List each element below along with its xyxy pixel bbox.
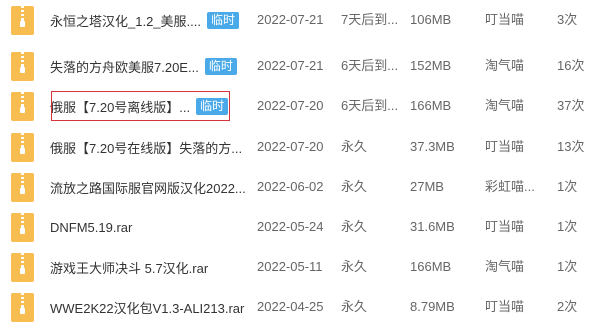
upload-date: 2022-07-21 <box>257 12 324 27</box>
file-name-cell: 俄服【7.20号离线版】... 临时 <box>50 86 229 126</box>
zip-file-icon <box>11 293 34 322</box>
file-name[interactable]: 永恒之塔汉化_1.2_美服.... <box>50 11 201 30</box>
download-count: 2次 <box>557 299 578 314</box>
upload-date: 2022-05-24 <box>257 219 324 234</box>
file-row[interactable]: 永恒之塔汉化_1.2_美服.... 临时 2022-07-21 7天后到... … <box>0 0 607 40</box>
temporary-badge: 临时 <box>204 57 237 75</box>
download-count: 1次 <box>557 259 578 274</box>
file-size: 106MB <box>410 12 452 27</box>
uploader: 淘气喵 <box>485 58 525 73</box>
expiry: 永久 <box>341 219 368 234</box>
file-name-cell: 俄服【7.20号在线版】失落的方... <box>50 127 242 167</box>
file-row[interactable]: WWE2K22汉化包V1.3-ALI213.rar 2022-04-25 永久 … <box>0 287 607 327</box>
expiry: 永久 <box>341 259 368 274</box>
uploader: 彩虹喵... <box>485 179 535 194</box>
expiry: 永久 <box>341 139 368 154</box>
expiry: 永久 <box>341 179 368 194</box>
download-count: 1次 <box>557 219 578 234</box>
file-name[interactable]: DNFM5.19.rar <box>50 220 132 235</box>
expiry: 6天后到... <box>341 98 399 113</box>
download-count: 13次 <box>557 139 585 154</box>
file-size: 166MB <box>410 259 452 274</box>
file-name-cell: 永恒之塔汉化_1.2_美服.... 临时 <box>50 0 239 40</box>
file-name[interactable]: 游戏王大师决斗 5.7汉化.rar <box>50 258 208 277</box>
file-row[interactable]: 俄服【7.20号离线版】... 临时 2022-07-20 6天后到... 16… <box>0 86 607 126</box>
file-name[interactable]: 俄服【7.20号离线版】... <box>50 97 190 116</box>
expiry: 6天后到... <box>341 58 399 73</box>
zip-file-icon <box>11 253 34 282</box>
uploader: 淘气喵 <box>485 98 525 113</box>
upload-date: 2022-06-02 <box>257 179 324 194</box>
file-name-cell: DNFM5.19.rar <box>50 207 132 247</box>
download-count: 3次 <box>557 12 578 27</box>
temporary-badge: 临时 <box>206 11 239 29</box>
file-list: 永恒之塔汉化_1.2_美服.... 临时 2022-07-21 7天后到... … <box>0 0 607 322</box>
upload-date: 2022-05-11 <box>257 259 323 274</box>
zip-file-icon <box>11 173 34 202</box>
file-size: 31.6MB <box>410 219 455 234</box>
zip-file-icon <box>11 6 34 35</box>
upload-date: 2022-04-25 <box>257 299 324 314</box>
expiry: 永久 <box>341 299 368 314</box>
file-name[interactable]: 俄服【7.20号在线版】失落的方... <box>50 138 242 157</box>
uploader: 叮当喵 <box>485 139 525 154</box>
file-size: 166MB <box>410 98 452 113</box>
upload-date: 2022-07-21 <box>257 58 324 73</box>
file-size: 8.79MB <box>410 299 455 314</box>
file-size: 27MB <box>410 179 444 194</box>
file-row[interactable]: 游戏王大师决斗 5.7汉化.rar 2022-05-11 永久 166MB 淘气… <box>0 247 607 287</box>
file-name-cell: 流放之路国际服官网版汉化2022... <box>50 167 246 207</box>
file-row[interactable]: DNFM5.19.rar 2022-05-24 永久 31.6MB 叮当喵 1次 <box>0 207 607 247</box>
file-row[interactable]: 失落的方舟欧美服7.20E... 临时 2022-07-21 6天后到... 1… <box>0 46 607 86</box>
file-name[interactable]: 流放之路国际服官网版汉化2022... <box>50 178 246 197</box>
uploader: 淘气喵 <box>485 259 525 274</box>
file-size: 37.3MB <box>410 139 455 154</box>
file-name[interactable]: 失落的方舟欧美服7.20E... <box>50 57 199 76</box>
zip-file-icon <box>11 92 34 121</box>
expiry: 7天后到... <box>341 12 399 27</box>
zip-file-icon <box>11 52 34 81</box>
zip-file-icon <box>11 133 34 162</box>
file-name-cell: 失落的方舟欧美服7.20E... 临时 <box>50 46 237 86</box>
file-name-cell: 游戏王大师决斗 5.7汉化.rar <box>50 247 208 287</box>
zip-file-icon <box>11 213 34 242</box>
file-name-cell: WWE2K22汉化包V1.3-ALI213.rar <box>50 287 244 327</box>
upload-date: 2022-07-20 <box>257 98 324 113</box>
temporary-badge: 临时 <box>196 97 229 115</box>
download-count: 1次 <box>557 179 578 194</box>
upload-date: 2022-07-20 <box>257 139 324 154</box>
file-size: 152MB <box>410 58 452 73</box>
uploader: 叮当喵 <box>485 12 525 27</box>
uploader: 叮当喵 <box>485 299 525 314</box>
download-count: 16次 <box>557 58 585 73</box>
file-row[interactable]: 流放之路国际服官网版汉化2022... 2022-06-02 永久 27MB 彩… <box>0 167 607 207</box>
file-row[interactable]: 俄服【7.20号在线版】失落的方... 2022-07-20 永久 37.3MB… <box>0 127 607 167</box>
uploader: 叮当喵 <box>485 219 525 234</box>
download-count: 37次 <box>557 98 585 113</box>
